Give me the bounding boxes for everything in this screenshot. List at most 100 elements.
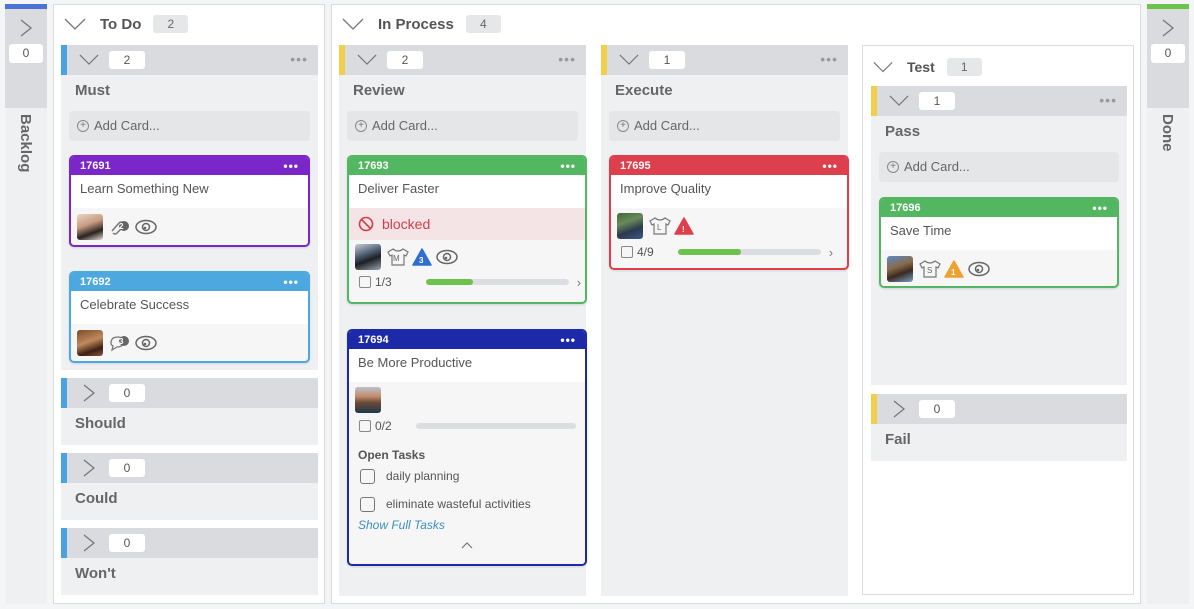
- expand-chevron-right-icon[interactable]: ›: [829, 245, 833, 260]
- card-title: Improve Quality: [611, 175, 847, 208]
- expand-chevron-right-icon[interactable]: ›: [577, 275, 581, 290]
- avatar[interactable]: [355, 387, 381, 413]
- collapse-chevron-down-icon[interactable]: [619, 53, 639, 66]
- sublane-count: 0: [109, 459, 145, 477]
- card-title: Save Time: [881, 217, 1117, 250]
- checklist-icon: [359, 420, 371, 432]
- card-17693[interactable]: 17693 ••• Deliver Faster blocked M 3 1/3: [347, 155, 587, 304]
- add-card-button[interactable]: + Add Card...: [879, 152, 1119, 182]
- card-menu-icon[interactable]: •••: [1092, 199, 1108, 217]
- card-header: 17692 •••: [71, 273, 308, 291]
- sublane-header: 2 •••: [339, 45, 586, 75]
- sublane-count: 0: [919, 400, 955, 418]
- add-card-button[interactable]: + Add Card...: [347, 111, 578, 141]
- expand-chevron-right-icon[interactable]: [83, 459, 95, 477]
- card-17695[interactable]: 17695 ••• Improve Quality L ! 4/9 ›: [609, 155, 849, 270]
- card-menu-icon[interactable]: •••: [283, 157, 299, 175]
- lane-count-badge: 2: [153, 15, 189, 33]
- sublane-title: Should: [75, 415, 126, 432]
- test-lane-header: Test 1: [873, 56, 982, 78]
- blocked-icon: [358, 216, 374, 232]
- collapse-card-button[interactable]: [349, 536, 585, 552]
- checklist-count: 0/2: [375, 419, 392, 433]
- expand-chevron-right-icon[interactable]: [83, 384, 95, 402]
- sublane-should: 0 Should: [61, 378, 318, 445]
- card-menu-icon[interactable]: •••: [560, 331, 576, 349]
- add-card-button[interactable]: + Add Card...: [609, 111, 840, 141]
- card-17696[interactable]: 17696 ••• Save Time S 1: [879, 197, 1119, 288]
- card-menu-icon[interactable]: •••: [283, 273, 299, 291]
- sublane-title: Execute: [615, 82, 673, 99]
- show-full-tasks-link[interactable]: Show Full Tasks: [349, 518, 585, 536]
- collapse-chevron-down-icon[interactable]: [889, 94, 909, 107]
- card-header: 17695 •••: [611, 157, 847, 175]
- avatar[interactable]: [355, 244, 381, 270]
- plus-circle-icon: +: [77, 120, 89, 132]
- lane-title: In Process: [378, 15, 454, 33]
- card-menu-icon[interactable]: •••: [822, 157, 838, 175]
- card-17691[interactable]: 17691 ••• Learn Something New 2: [69, 155, 310, 247]
- expand-chevron-right-icon[interactable]: [893, 400, 905, 418]
- expand-chevron-right-icon[interactable]: [19, 19, 33, 37]
- sublane-wont: 0 Won't: [61, 528, 318, 595]
- collapse-chevron-down-icon[interactable]: [79, 53, 99, 66]
- avatar[interactable]: [77, 330, 103, 356]
- card-id: 17691: [80, 160, 111, 172]
- card-title: Celebrate Success: [71, 291, 308, 324]
- card-id: 17695: [620, 160, 651, 172]
- sublane-header: 1 •••: [601, 45, 848, 75]
- lane-title: Test: [907, 59, 935, 75]
- card-17692[interactable]: 17692 ••• Celebrate Success 3: [69, 271, 310, 363]
- avatar[interactable]: [617, 213, 643, 239]
- card-meta-row: L !: [611, 208, 847, 240]
- expand-chevron-right-icon[interactable]: [1161, 19, 1175, 37]
- checklist-progress[interactable]: 4/9 ›: [611, 240, 847, 264]
- watch-eye-icon[interactable]: [436, 248, 458, 266]
- task-checkbox[interactable]: [360, 468, 375, 484]
- avatar[interactable]: [77, 214, 103, 240]
- sublane-title: Pass: [885, 123, 921, 140]
- collapse-chevron-down-icon[interactable]: [357, 53, 377, 66]
- task-item: daily planning: [349, 462, 585, 490]
- card-menu-icon[interactable]: •••: [560, 157, 576, 175]
- progress-fill: [677, 249, 742, 255]
- more-options-icon[interactable]: •••: [290, 51, 308, 67]
- sublane-header: 0: [61, 378, 318, 408]
- sublane-count: 2: [387, 51, 423, 69]
- checklist-progress[interactable]: 1/3 ›: [349, 270, 585, 294]
- watch-eye-icon[interactable]: [968, 260, 990, 278]
- sublane-title: Won't: [75, 565, 116, 582]
- lane-count-badge: 4: [465, 15, 501, 33]
- checklist-progress[interactable]: 0/2: [349, 414, 585, 438]
- collapse-chevron-down-icon[interactable]: [873, 60, 893, 74]
- card-17694[interactable]: 17694 ••• Be More Productive 0/2 Open Ta…: [347, 329, 587, 566]
- plus-circle-icon: +: [887, 161, 899, 173]
- sublane-title: Review: [353, 82, 405, 99]
- sublane-title: Must: [75, 82, 110, 99]
- attachment-count: 2: [119, 221, 124, 231]
- add-card-button[interactable]: + Add Card...: [69, 111, 310, 141]
- collapse-chevron-down-icon[interactable]: [342, 17, 364, 31]
- watch-eye-icon[interactable]: [135, 334, 157, 352]
- card-title: Learn Something New: [71, 175, 308, 208]
- backlog-label[interactable]: Backlog: [17, 114, 34, 172]
- watch-eye-icon[interactable]: [135, 218, 157, 236]
- inprocess-lane-header: In Process 4: [342, 13, 501, 35]
- collapse-chevron-down-icon[interactable]: [64, 17, 86, 31]
- sublane-count: 0: [109, 384, 145, 402]
- sublane-test: Test 1 1 ••• Pass + Add Card... 17696 ••…: [862, 45, 1134, 595]
- sublane-header: 2 •••: [61, 45, 318, 75]
- avatar[interactable]: [887, 256, 913, 282]
- expand-chevron-right-icon[interactable]: [83, 534, 95, 552]
- more-options-icon[interactable]: •••: [558, 51, 576, 67]
- card-id: 17693: [358, 160, 389, 172]
- done-label[interactable]: Done: [1159, 114, 1176, 152]
- sublane-fail: 0 Fail: [871, 394, 1127, 461]
- card-id: 17694: [358, 334, 389, 346]
- plus-circle-icon: +: [355, 120, 367, 132]
- more-options-icon[interactable]: •••: [820, 51, 838, 67]
- task-checkbox[interactable]: [360, 496, 375, 512]
- progress-bar: [425, 279, 569, 285]
- sublane-header: 1 •••: [871, 86, 1127, 116]
- more-options-icon[interactable]: •••: [1099, 92, 1117, 108]
